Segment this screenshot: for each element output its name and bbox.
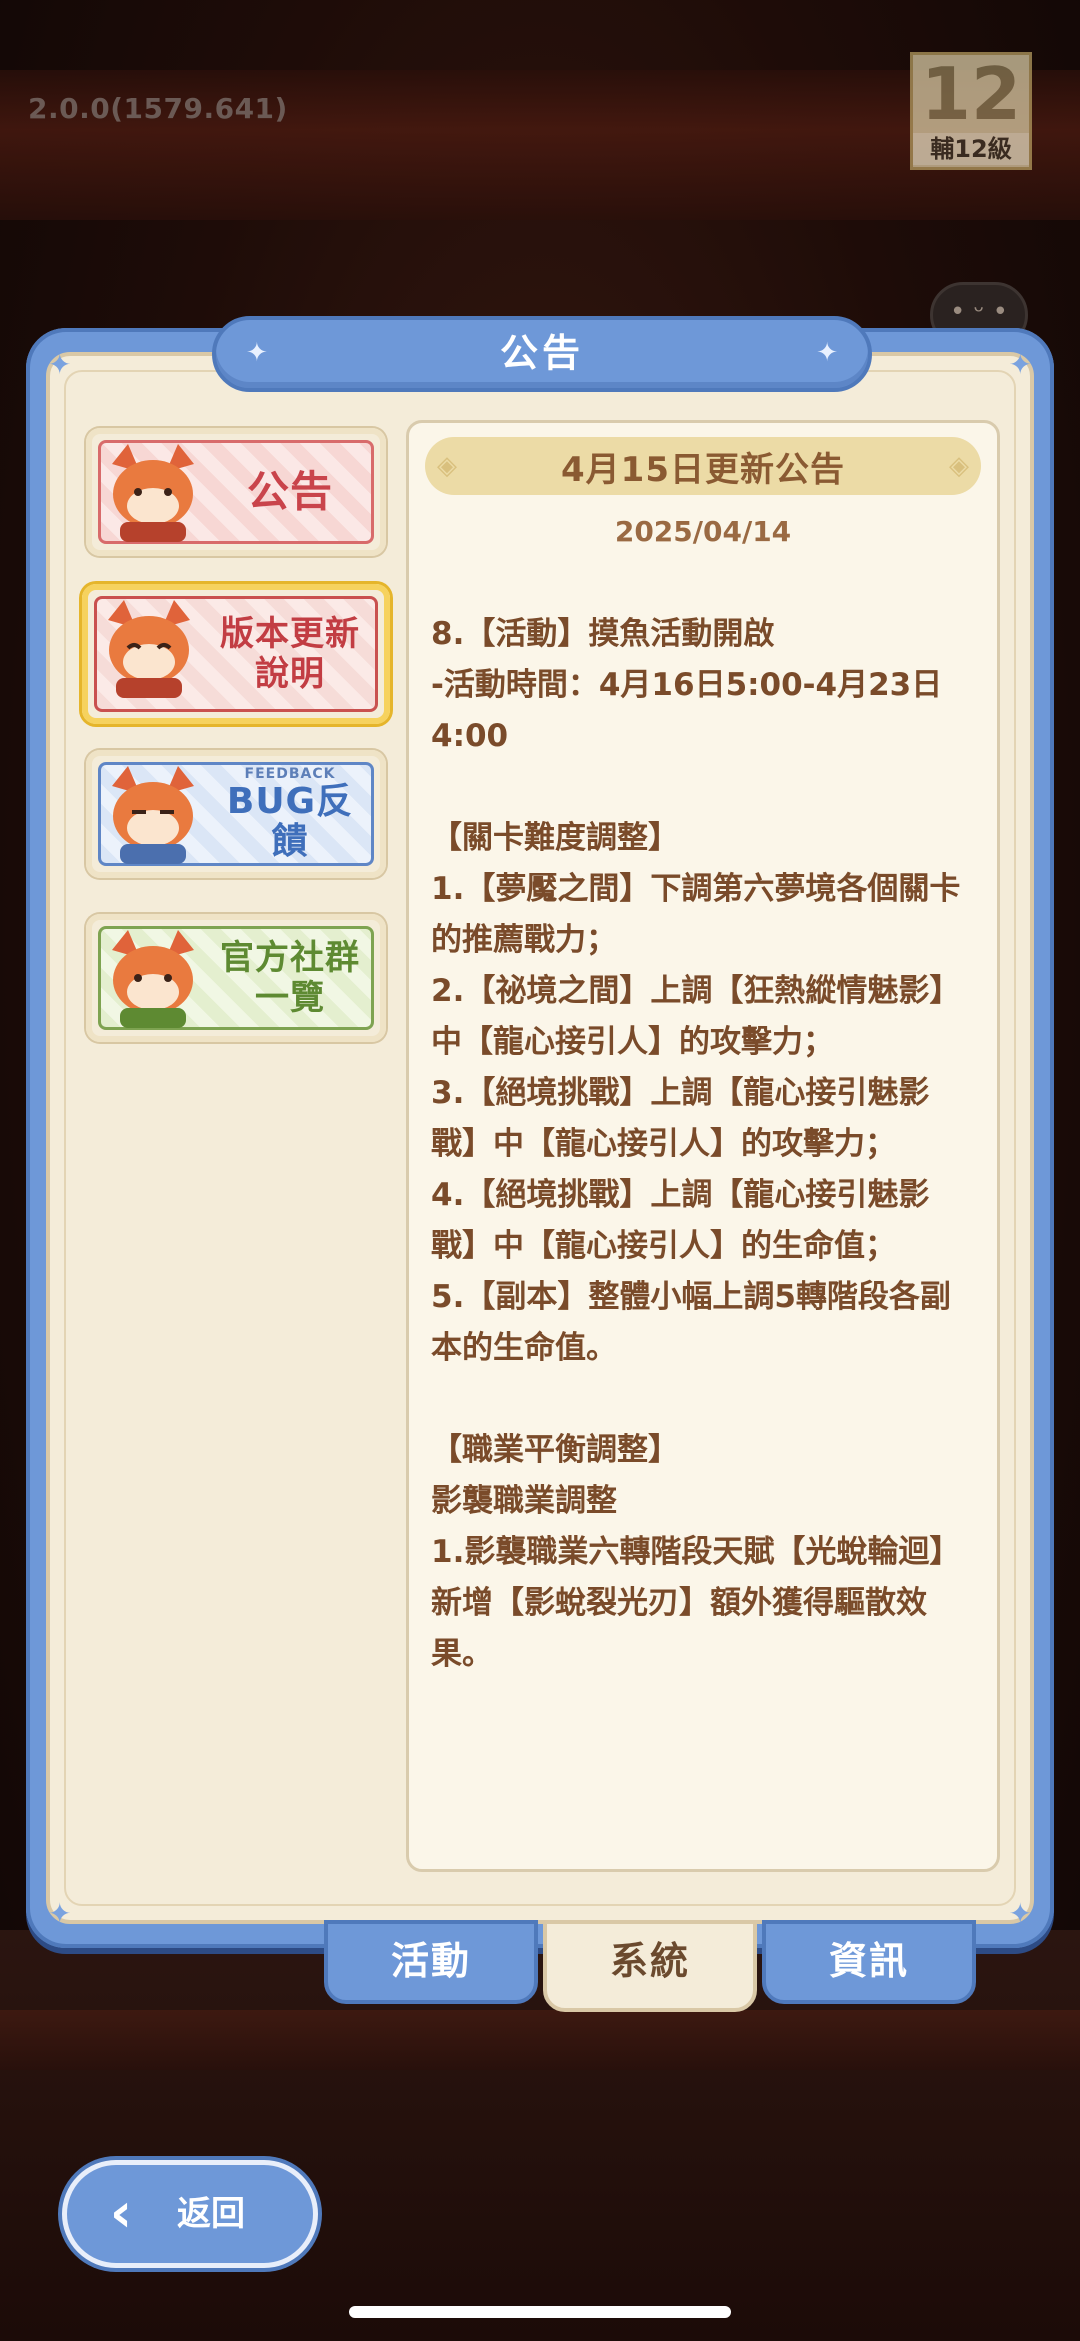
- corner-star-icon: ✦: [1008, 348, 1032, 381]
- back-button-label: 返回: [177, 2194, 245, 2234]
- sidebar-item-label: 版本更新 說明: [220, 614, 360, 694]
- back-arrow-icon: ‹: [109, 2181, 133, 2244]
- sparkle-icon: ✦: [816, 338, 838, 368]
- content-title-banner: ◈ 4月15日更新公告 ◈: [425, 437, 981, 495]
- age-rating-badge: 12 輔12級: [910, 52, 1032, 170]
- sidebar-item-label: 官方社群 一覽: [220, 938, 360, 1018]
- announcement-content[interactable]: ◈ 4月15日更新公告 ◈ 2025/04/14 8.【活動】摸魚活動開啟 -活…: [406, 420, 1000, 1872]
- corner-star-icon: ✦: [48, 1897, 72, 1930]
- corner-star-icon: ✦: [48, 348, 72, 381]
- panel-title-banner: ✦ 公告 ✦: [212, 316, 872, 392]
- sidebar-item-label: 公告: [246, 467, 333, 516]
- fox-mascot-icon: [112, 930, 194, 1028]
- fox-mascot-icon: [112, 444, 194, 542]
- fox-mascot-icon: [108, 600, 190, 698]
- tab-info[interactable]: 資訊: [762, 1920, 976, 2004]
- home-indicator[interactable]: [349, 2306, 731, 2318]
- diamond-icon: ◈: [949, 451, 969, 481]
- corner-star-icon: ✦: [1008, 1897, 1032, 1930]
- diamond-icon: ◈: [437, 451, 457, 481]
- back-button[interactable]: ‹ 返回: [62, 2160, 318, 2268]
- feedback-caption: FEEDBACK: [244, 766, 336, 782]
- panel-title: 公告: [499, 331, 584, 375]
- announcement-title: 4月15日更新公告: [561, 449, 845, 490]
- background-shelf: [0, 2010, 1080, 2070]
- version-label: 2.0.0(1579.641): [28, 92, 288, 125]
- announcement-date: 2025/04/14: [614, 515, 792, 548]
- sidebar-item-label-group: FEEDBACK BUG反饋: [210, 756, 370, 872]
- sidebar-item-official-community[interactable]: 官方社群 一覽: [86, 914, 386, 1042]
- tab-system[interactable]: 系統: [543, 1920, 757, 2012]
- sidebar-item-label: BUG反饋: [226, 781, 354, 862]
- age-rating-label: 輔12級: [913, 133, 1029, 165]
- sidebar-item-notice[interactable]: 公告: [86, 428, 386, 556]
- announcement-body: 8.【活動】摸魚活動開啟 -活動時間：4月16日5:00-4月23日4:00 【…: [431, 616, 961, 1672]
- age-rating-number: 12: [920, 52, 1022, 136]
- sidebar-item-version-update[interactable]: 版本更新 說明: [82, 584, 390, 724]
- sidebar-item-bug-feedback[interactable]: FEEDBACK BUG反饋: [86, 750, 386, 878]
- fox-mascot-icon: [112, 766, 194, 864]
- tab-activity[interactable]: 活動: [324, 1920, 538, 2004]
